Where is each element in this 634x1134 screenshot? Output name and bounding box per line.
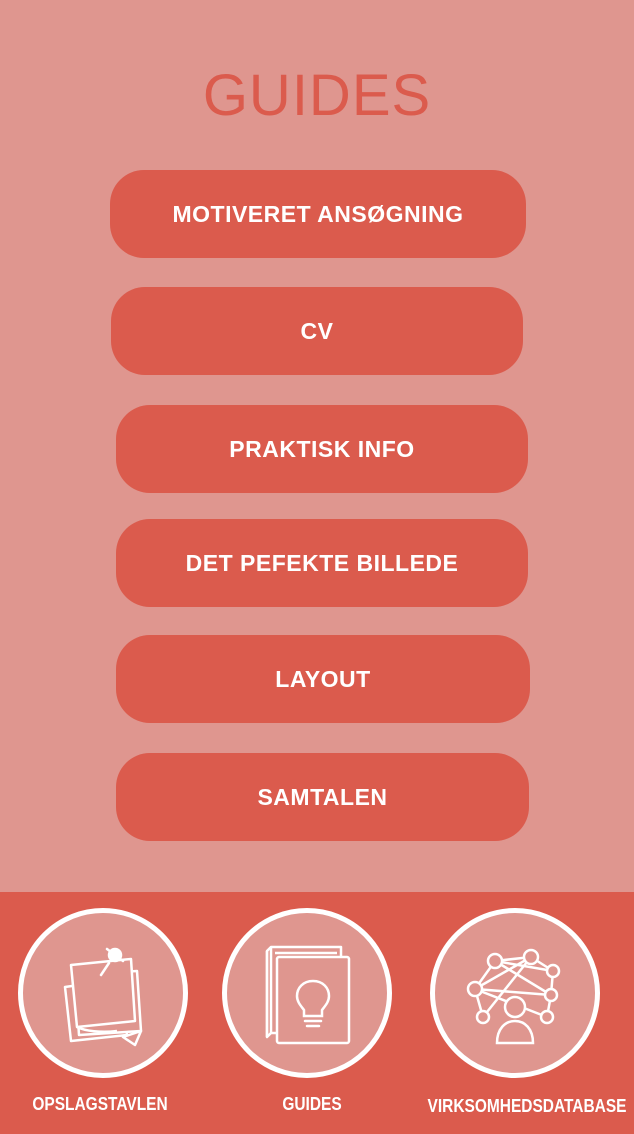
guide-button-label: DET PEFEKTE BILLEDE bbox=[185, 549, 459, 576]
guide-button-det-pefekte-billede[interactable]: DET PEFEKTE BILLEDE bbox=[116, 519, 528, 607]
guide-button-label: PRAKTISK INFO bbox=[229, 435, 415, 462]
guide-button-motiveret-ansoegning[interactable]: MOTIVERET ANSØGNING bbox=[110, 170, 526, 258]
book-lightbulb-icon bbox=[222, 908, 392, 1078]
guide-button-label: SAMTALEN bbox=[257, 783, 388, 810]
guide-button-samtalen[interactable]: SAMTALEN bbox=[116, 753, 529, 841]
nav-item-opslagstavlen[interactable]: OPSLAGSTAVLEN bbox=[0, 892, 200, 1134]
nav-item-virksomhedsdatabase[interactable]: VIRKSOMHEDSDATABASE bbox=[412, 892, 634, 1134]
page-title: GUIDES bbox=[202, 63, 432, 128]
network-person-icon bbox=[430, 908, 600, 1078]
guide-button-label: CV bbox=[300, 317, 334, 344]
bottom-navigation-bar: OPSLAGSTAVLEN GUIDES VIRKSOMHEDSDATABASE bbox=[0, 892, 634, 1134]
nav-label: GUIDES bbox=[282, 1094, 342, 1114]
sticky-notes-icon bbox=[18, 908, 188, 1078]
guide-button-praktisk-info[interactable]: PRAKTISK INFO bbox=[116, 405, 528, 493]
guide-button-cv[interactable]: CV bbox=[111, 287, 523, 375]
guide-button-label: MOTIVERET ANSØGNING bbox=[172, 200, 464, 227]
nav-item-guides[interactable]: GUIDES bbox=[212, 892, 412, 1134]
guides-screen: GUIDES MOTIVERET ANSØGNING CV PRAKTISK I… bbox=[0, 0, 634, 1134]
guide-button-layout[interactable]: LAYOUT bbox=[116, 635, 530, 723]
nav-label: VIRKSOMHEDSDATABASE bbox=[427, 1096, 627, 1116]
guide-button-label: LAYOUT bbox=[275, 665, 371, 692]
nav-label: OPSLAGSTAVLEN bbox=[32, 1094, 168, 1114]
